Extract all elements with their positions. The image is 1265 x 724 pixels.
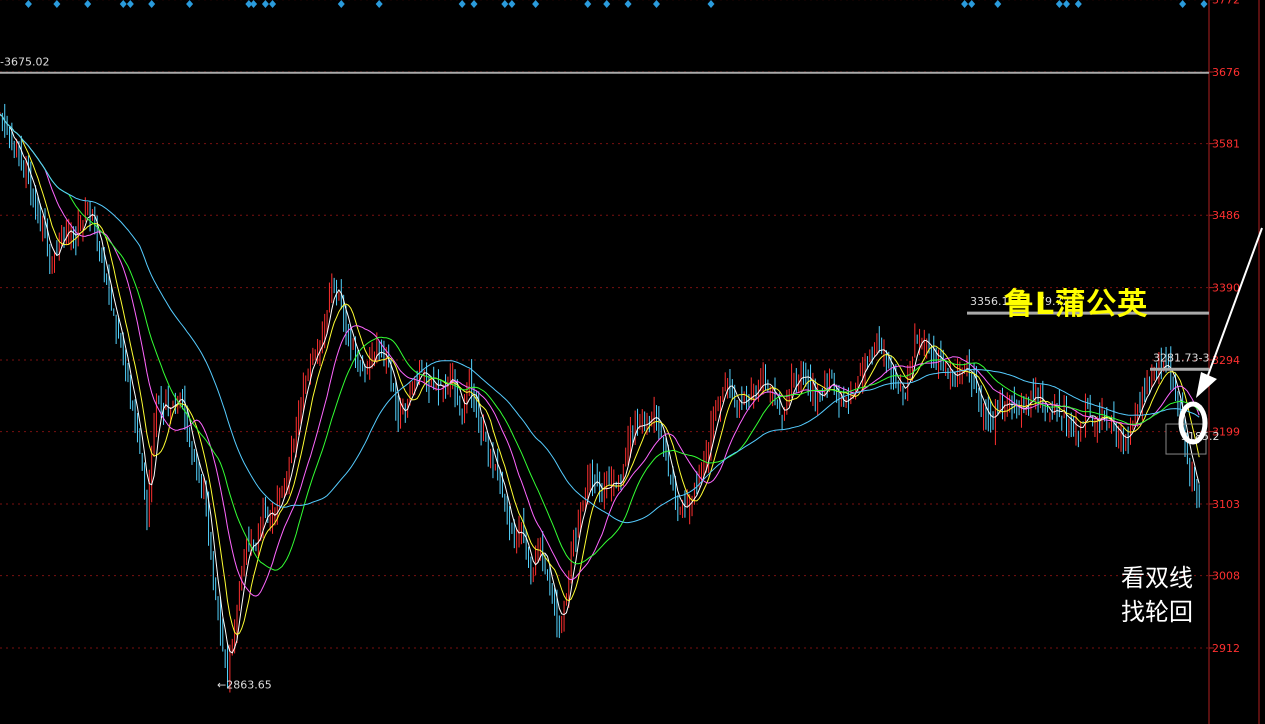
- note-line-2: 找轮回: [1121, 598, 1193, 626]
- tick-label-1: 3676: [1212, 66, 1240, 79]
- tick-label-0: 3772: [1212, 0, 1240, 7]
- tick-label-5: 3294: [1212, 354, 1240, 367]
- tick-label-3: 3486: [1212, 209, 1240, 222]
- tick-label-4: 3390: [1212, 282, 1240, 295]
- note-line-1: 看双线: [1121, 564, 1193, 592]
- chart-background: [0, 0, 1265, 724]
- high-level-label: -3675.02: [0, 56, 49, 69]
- low-label: ←2863.65: [217, 678, 272, 691]
- stock-chart[interactable]: 3772367635813486339032943199310330082912…: [0, 0, 1265, 724]
- resistance-label-2: 3281.73-3: [1153, 351, 1209, 364]
- tick-label-2: 3581: [1212, 138, 1240, 151]
- tick-label-7: 3103: [1212, 498, 1240, 511]
- tick-label-9: 2912: [1212, 642, 1240, 655]
- resistance-label-1: 3356.1: [970, 295, 1009, 308]
- brand-watermark: 鲁L蒲公英: [1004, 287, 1149, 322]
- tick-label-8: 3008: [1212, 570, 1240, 583]
